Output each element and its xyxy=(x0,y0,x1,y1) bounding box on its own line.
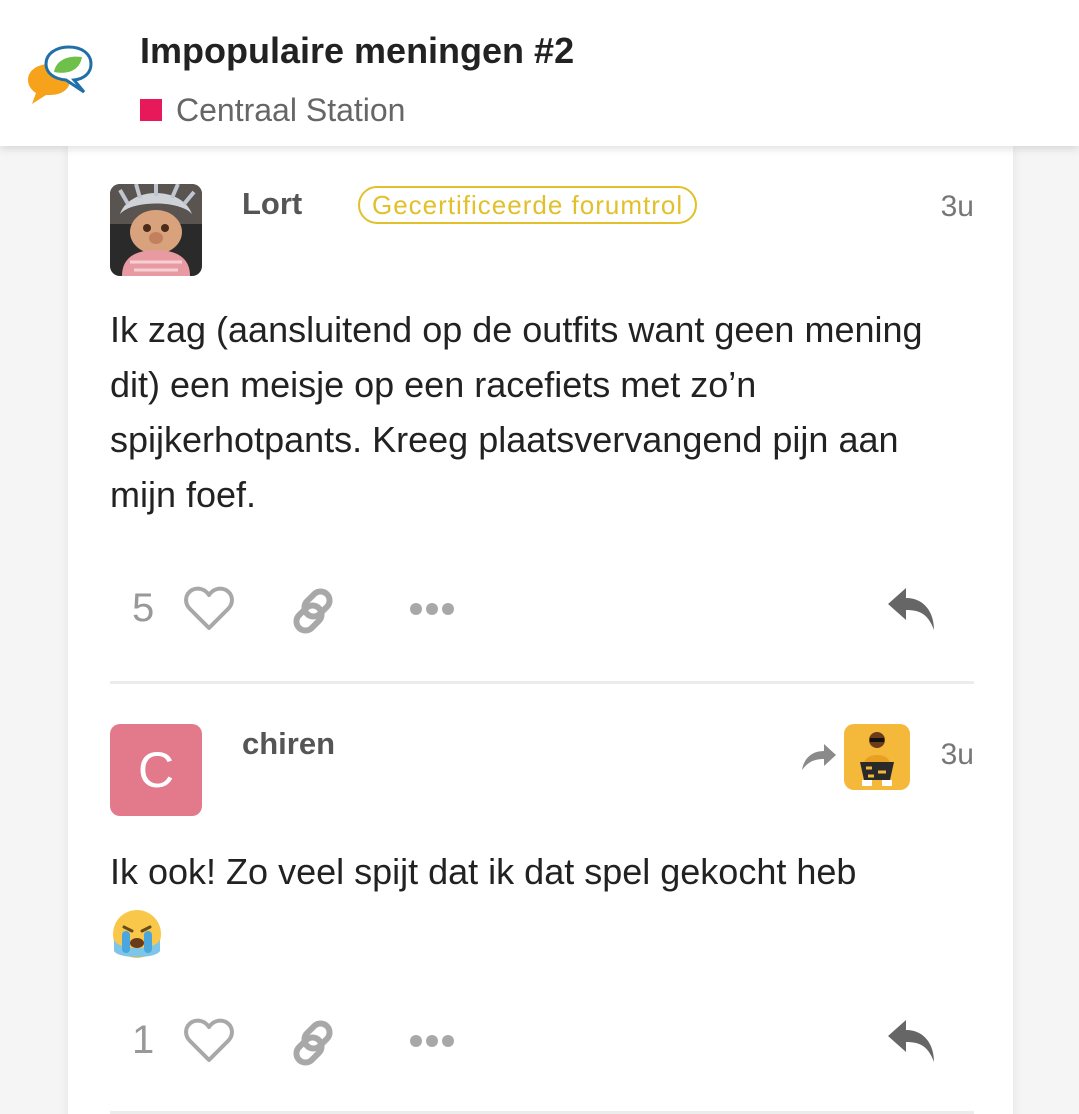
post-body: Ik zag (aansluitend op de outfits want g… xyxy=(110,309,923,515)
category-color-square xyxy=(140,99,162,121)
category-badge[interactable]: Centraal Station xyxy=(140,90,405,130)
like-count[interactable]: 5 xyxy=(132,586,154,631)
yellow-user-avatar xyxy=(844,724,910,790)
post-actions: 5 xyxy=(110,574,974,644)
reply-to-arrow-icon xyxy=(800,742,838,772)
troll-doll-avatar[interactable] xyxy=(110,184,202,276)
post-date[interactable]: 3u xyxy=(941,738,974,772)
post-date[interactable]: 3u xyxy=(941,190,974,224)
post: Lort Gecertificeerde forumtrol 3u Ik zag… xyxy=(110,146,974,684)
crying-face-icon xyxy=(110,907,164,961)
post-body: Ik ook! Zo veel spijt dat ik dat spel ge… xyxy=(110,844,974,961)
username[interactable]: Lort xyxy=(242,186,302,222)
topic-title[interactable]: Impopulaire meningen #2 xyxy=(140,30,574,72)
username[interactable]: chiren xyxy=(242,726,335,762)
link-icon[interactable] xyxy=(288,1018,338,1068)
more-options-icon[interactable] xyxy=(408,596,456,622)
post-actions: 1 xyxy=(110,1006,974,1076)
letter-avatar[interactable]: C xyxy=(110,724,202,816)
topic-header: Impopulaire meningen #2 Centraal Station xyxy=(0,0,1079,146)
reply-to-indicator[interactable] xyxy=(800,724,910,790)
link-icon[interactable] xyxy=(288,586,338,636)
heart-icon[interactable] xyxy=(184,586,234,632)
reply-icon[interactable] xyxy=(886,1018,938,1064)
forum-logo-icon[interactable] xyxy=(24,44,96,110)
like-count[interactable]: 1 xyxy=(132,1018,154,1063)
post-text: Ik ook! Zo veel spijt dat ik dat spel ge… xyxy=(110,851,857,892)
heart-icon[interactable] xyxy=(184,1018,234,1064)
reply-icon[interactable] xyxy=(886,586,938,632)
user-title-badge: Gecertificeerde forumtrol xyxy=(358,186,698,224)
post-stream: Lort Gecertificeerde forumtrol 3u Ik zag… xyxy=(68,146,1013,1114)
category-name: Centraal Station xyxy=(176,91,406,128)
more-options-icon[interactable] xyxy=(408,1028,456,1054)
post: C chiren 3u Ik ook! Zo veel spijt dat ik… xyxy=(110,684,974,1114)
